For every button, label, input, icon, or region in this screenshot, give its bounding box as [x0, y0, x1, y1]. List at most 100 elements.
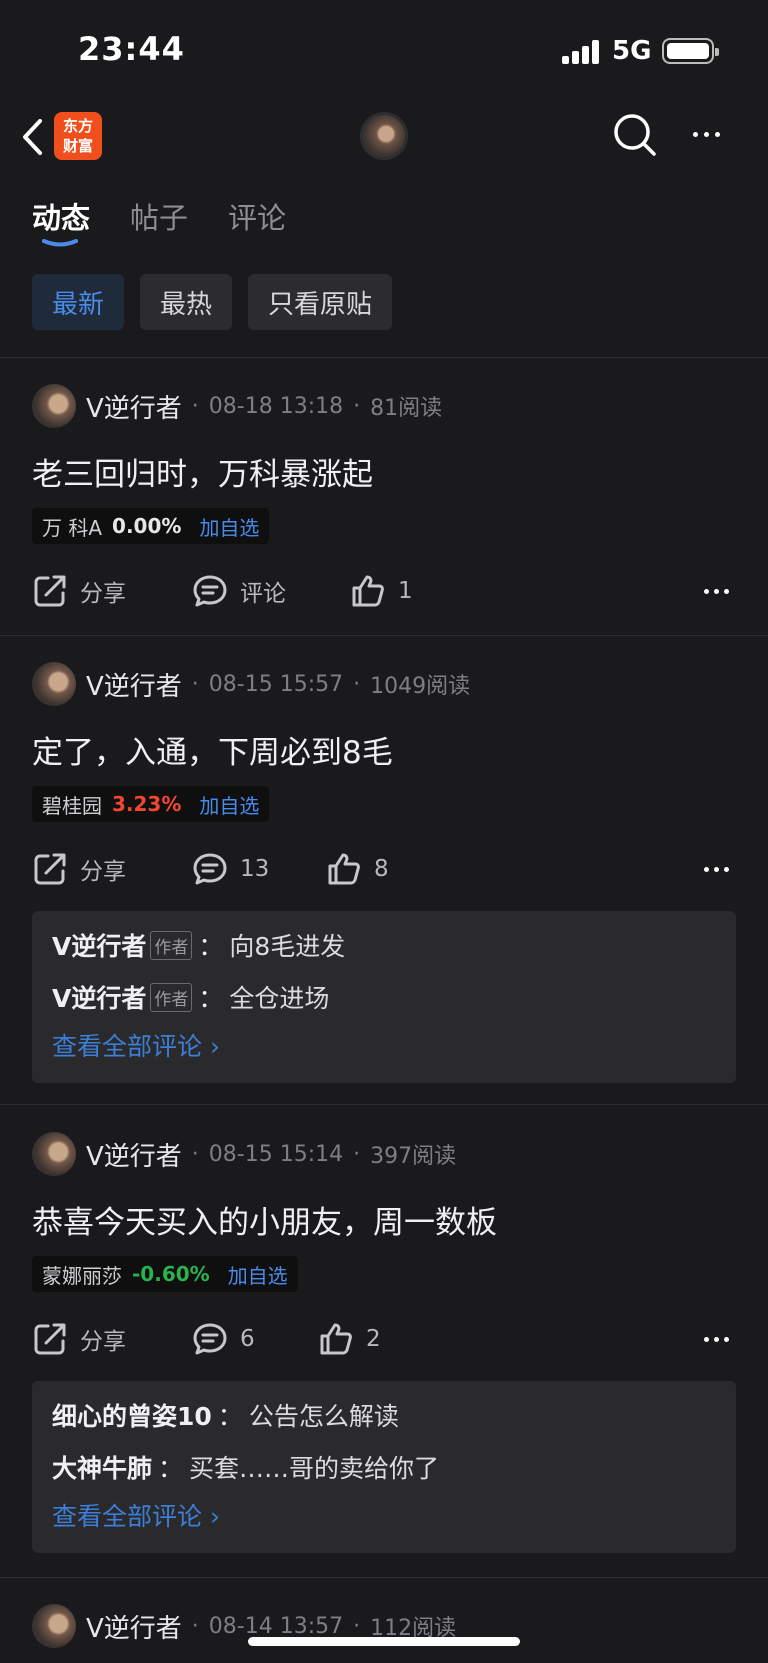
read-count: 1049阅读 [370, 674, 471, 699]
cellular-signal-icon [562, 40, 600, 64]
filter-bar: 最新 最热 只看原贴 [32, 274, 393, 330]
author-badge: 作者 [150, 982, 193, 1012]
dot-icon [713, 588, 719, 594]
read-count: 397阅读 [370, 1144, 457, 1169]
comment-preview[interactable]: V逆行者 作者 ： 向8毛进发 V逆行者 作者 ： 全仓进场 查看全部评论 › [32, 911, 736, 1083]
thumbs-up-icon [320, 1323, 352, 1355]
nav-bar: 东方 财富 [0, 100, 768, 180]
divider [0, 1577, 768, 1578]
comment-preview[interactable]: 细心的曾姿10 ： 公告怎么解读 大神牛肺 ： 买套……哥的卖给你了 查看全部评… [32, 1381, 736, 1553]
filter-hottest[interactable]: 最热 [140, 274, 233, 330]
filter-latest[interactable]: 最新 [32, 274, 125, 330]
comment-button[interactable]: 6 [192, 1317, 255, 1361]
comment-button[interactable]: 13 [192, 847, 269, 891]
dot-icon [703, 588, 709, 594]
stock-tag[interactable]: 碧桂园 3.23% 加自选 [32, 786, 270, 822]
add-watchlist-button[interactable]: 加自选 [199, 512, 259, 541]
thumbs-up-icon [352, 575, 384, 607]
author-name[interactable]: V逆行者 [86, 388, 182, 425]
back-button[interactable] [20, 114, 56, 160]
post-header: V逆行者 · 08-18 13:18 · 81阅读 [32, 383, 442, 429]
post-actions: 分享 评论 1 [32, 569, 736, 613]
author-name[interactable]: V逆行者 [86, 1608, 182, 1645]
divider [0, 635, 768, 636]
comment-text: 向8毛进发 [229, 932, 346, 961]
dot-icon [703, 866, 709, 872]
share-icon [34, 853, 66, 885]
meta-separator: · [353, 1613, 361, 1639]
search-button[interactable] [612, 112, 658, 158]
dot-icon [713, 1336, 719, 1342]
comment-button[interactable]: 评论 [192, 569, 286, 613]
divider [0, 1104, 768, 1105]
more-options-button[interactable] [684, 112, 728, 156]
share-button[interactable]: 分享 [32, 847, 126, 891]
stock-change: -0.60% [132, 1262, 210, 1286]
post-title[interactable]: 恭喜今天买入的小朋友，周一数板 [32, 1197, 497, 1242]
meta-separator: · [191, 671, 199, 697]
share-icon [34, 575, 66, 607]
dot-icon [703, 1336, 709, 1342]
share-button[interactable]: 分享 [32, 1317, 126, 1361]
share-button[interactable]: 分享 [32, 569, 126, 613]
avatar[interactable] [32, 1132, 76, 1176]
profile-avatar[interactable] [360, 112, 408, 160]
author-name[interactable]: V逆行者 [86, 1136, 182, 1173]
dot-icon [723, 1336, 729, 1342]
like-button[interactable]: 1 [350, 569, 413, 613]
network-type: 5G [612, 36, 652, 66]
tab-comments[interactable]: 评论 [228, 195, 286, 237]
post-title[interactable]: 老三回归时，万科暴涨起 [32, 449, 373, 494]
view-all-comments-link[interactable]: 查看全部评论 › [52, 1027, 220, 1063]
post-more-button[interactable] [696, 569, 736, 613]
search-icon [614, 114, 656, 156]
meta-separator: · [353, 671, 361, 697]
meta-separator: · [353, 393, 361, 419]
share-icon [34, 1323, 66, 1355]
comment-item[interactable]: V逆行者 作者 ： 全仓进场 [52, 979, 329, 1015]
meta-separator: · [191, 393, 199, 419]
read-count: 81阅读 [370, 396, 443, 421]
add-watchlist-button[interactable]: 加自选 [228, 1260, 288, 1289]
author-name[interactable]: V逆行者 [86, 666, 182, 703]
app-logo[interactable]: 东方 财富 [54, 112, 102, 160]
post-time: 08-15 15:57 [208, 671, 344, 697]
meta-separator: · [191, 1141, 199, 1167]
post-time: 08-15 15:14 [208, 1141, 344, 1167]
avatar[interactable] [32, 662, 76, 706]
add-watchlist-button[interactable]: 加自选 [199, 790, 259, 819]
comment-icon [193, 853, 227, 885]
comment-text: 买套……哥的卖给你了 [189, 1454, 440, 1483]
comment-item[interactable]: 大神牛肺 ： 买套……哥的卖给你了 [52, 1449, 439, 1485]
status-bar: 23:44 5G [0, 0, 768, 100]
post-title[interactable]: 定了，入通，下周必到8毛 [32, 727, 393, 772]
meta-separator: · [191, 1613, 199, 1639]
like-button[interactable]: 8 [326, 847, 389, 891]
comment-user[interactable]: V逆行者 [52, 979, 146, 1015]
comment-item[interactable]: V逆行者 作者 ： 向8毛进发 [52, 927, 345, 963]
comment-user[interactable]: 大神牛肺 [52, 1449, 152, 1485]
comment-user[interactable]: 细心的曾姿10 [52, 1397, 212, 1433]
tab-bar: 动态 帖子 评论 [0, 195, 768, 255]
view-all-comments-link[interactable]: 查看全部评论 › [52, 1497, 220, 1533]
stock-tag[interactable]: 万 科A 0.00% 加自选 [32, 508, 270, 544]
avatar[interactable] [32, 384, 76, 428]
tab-posts[interactable]: 帖子 [130, 195, 188, 237]
post-more-button[interactable] [696, 1317, 736, 1361]
post-header: V逆行者 · 08-15 15:14 · 397阅读 [32, 1131, 456, 1177]
home-indicator[interactable] [248, 1637, 520, 1646]
comment-user[interactable]: V逆行者 [52, 927, 146, 963]
tab-activity[interactable]: 动态 [32, 195, 90, 237]
dot-icon [703, 131, 709, 137]
like-button[interactable]: 2 [318, 1317, 381, 1361]
stock-tag[interactable]: 蒙娜丽莎 -0.60% 加自选 [32, 1256, 298, 1292]
comment-item[interactable]: 细心的曾姿10 ： 公告怎么解读 [52, 1397, 399, 1433]
filter-original-only[interactable]: 只看原贴 [248, 274, 393, 330]
post-time: 08-14 13:57 [208, 1613, 344, 1639]
dot-icon [713, 866, 719, 872]
thumbs-up-icon [328, 853, 360, 885]
post-actions: 分享 6 2 [32, 1317, 736, 1361]
post-more-button[interactable] [696, 847, 736, 891]
avatar[interactable] [32, 1604, 76, 1648]
status-time: 23:44 [78, 30, 185, 68]
